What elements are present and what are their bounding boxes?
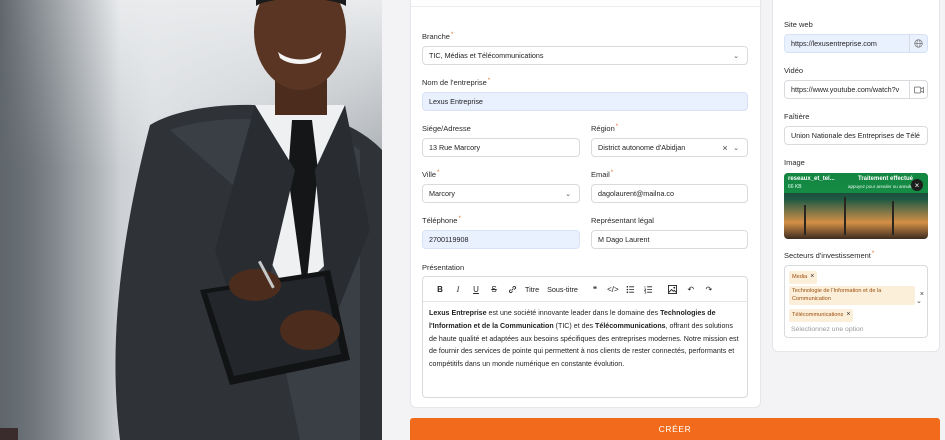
redo-icon[interactable]: ↷: [700, 282, 718, 296]
editor-toolbar: B I U S Titre Sous-titre ❝ </> ↶ ↷: [423, 277, 747, 302]
image-file-size: 66 KB: [788, 184, 802, 190]
subtitle-button[interactable]: Sous-titre: [543, 282, 582, 296]
nom-label: Nom de l'entreprise*: [422, 78, 491, 87]
secteurs-placeholder: Sélectionnez une option: [791, 326, 864, 333]
strikethrough-icon[interactable]: S: [485, 282, 503, 296]
chevron-down-icon: ⌄: [733, 144, 739, 152]
bullet-list-icon[interactable]: [622, 282, 640, 296]
presentation-editor[interactable]: B I U S Titre Sous-titre ❝ </> ↶ ↷ Lexus…: [422, 276, 748, 398]
telephone-value: 2700119908: [429, 235, 469, 244]
remove-image-icon[interactable]: ×: [911, 179, 923, 191]
ville-value: Marcory: [429, 189, 455, 198]
sector-tag-label: Télécommunications: [792, 312, 844, 318]
faitiere-select[interactable]: Union Nationale des Entreprises de Télé: [784, 126, 928, 145]
video-input[interactable]: https://www.youtube.com/watch?v: [784, 80, 928, 99]
remove-tag-icon[interactable]: ×: [810, 273, 814, 280]
faitiere-label: Faîtière: [784, 112, 810, 121]
numbered-list-icon[interactable]: [640, 282, 658, 296]
image-hint: appuyez pour annuler ou annuler: [848, 184, 915, 189]
sector-tag: Media ×: [789, 271, 818, 284]
sector-tag-label: Media: [792, 274, 808, 280]
presentation-label: Présentation: [422, 263, 465, 272]
code-icon[interactable]: </>: [604, 282, 622, 296]
bold-icon[interactable]: B: [431, 282, 449, 296]
siege-input[interactable]: 13 Rue Marcory: [422, 138, 580, 157]
corner-mark: [0, 428, 18, 440]
representant-label: Représentant légal: [591, 216, 654, 225]
siege-label: Siége/Adresse: [422, 124, 471, 133]
hero-photo: [0, 0, 382, 440]
site-web-value: https://lexusentreprise.com: [791, 39, 877, 48]
sector-tag: Technologie de l'Information et de la Co…: [789, 286, 924, 305]
globe-icon: [909, 35, 927, 52]
faitiere-value: Union Nationale des Entreprises de Télé: [791, 131, 920, 140]
branche-select[interactable]: TIC, Médias et Télécommunications ⌄: [422, 46, 748, 65]
site-web-input[interactable]: https://lexusentreprise.com: [784, 34, 928, 53]
representant-value: M Dago Laurent: [598, 235, 650, 244]
site-web-label: Site web: [784, 20, 813, 29]
presentation-text-1: est une société innovante leader dans le…: [486, 309, 661, 317]
telephone-input[interactable]: 2700119908: [422, 230, 580, 249]
clear-icon[interactable]: ×: [719, 143, 731, 153]
title-button[interactable]: Titre: [521, 282, 543, 296]
link-icon[interactable]: [503, 282, 521, 296]
sector-tag: Télécommunications ×: [789, 309, 854, 322]
region-value: District autonome d'Abidjan: [598, 143, 686, 152]
secteurs-label: Secteurs d'investissement*: [784, 251, 875, 260]
telephone-label: Téléphone*: [422, 216, 461, 225]
email-input[interactable]: dagolaurent@mailna.co: [591, 184, 748, 203]
presentation-bold-3: Télécommunications: [595, 321, 666, 330]
italic-icon[interactable]: I: [449, 282, 467, 296]
undo-icon[interactable]: ↶: [682, 282, 700, 296]
quote-icon[interactable]: ❝: [586, 282, 604, 296]
sector-tag-label: Technologie de l'Information et de la Co…: [792, 288, 882, 302]
chevron-down-icon: ⌄: [565, 190, 571, 198]
region-select[interactable]: District autonome d'Abidjan × ⌄: [591, 138, 748, 157]
ville-select[interactable]: Marcory ⌄: [422, 184, 580, 203]
ville-label: Ville*: [422, 170, 440, 179]
image-label: Image: [784, 158, 805, 167]
presentation-text-2: (TIC) et des: [553, 321, 596, 330]
region-label: Région*: [591, 124, 619, 133]
siege-value: 13 Rue Marcory: [429, 143, 481, 152]
image-preview[interactable]: reseaux_et_tel... 66 KB Traitement effec…: [784, 173, 928, 239]
video-label: Vidéo: [784, 66, 804, 75]
presentation-text[interactable]: Lexus Entreprise est une société innovan…: [423, 302, 747, 376]
chevron-down-icon: ⌄: [733, 52, 739, 60]
businessman-illustration: [115, 0, 382, 440]
email-label: Email*: [591, 170, 614, 179]
email-value: dagolaurent@mailna.co: [598, 189, 675, 198]
representant-input[interactable]: M Dago Laurent: [591, 230, 748, 249]
chevron-down-icon: ⌄: [916, 298, 922, 305]
video-icon: [909, 81, 927, 98]
remove-tag-icon[interactable]: ×: [846, 311, 850, 318]
presentation-bold-1: Lexus Entreprise: [429, 309, 487, 317]
video-value: https://www.youtube.com/watch?v: [791, 85, 900, 94]
create-button[interactable]: CRÉER: [410, 418, 940, 440]
nom-input[interactable]: Lexus Entreprise: [422, 92, 748, 111]
image-file-name: reseaux_et_tel...: [788, 176, 835, 182]
underline-icon[interactable]: U: [467, 282, 485, 296]
image-status: Traitement effectué: [858, 176, 914, 182]
branche-label: Branche*: [422, 32, 454, 41]
nom-value: Lexus Entreprise: [429, 97, 483, 106]
secteurs-multiselect[interactable]: Media × Technologie de l'Information et d…: [784, 265, 928, 338]
image-icon[interactable]: [664, 282, 682, 296]
branche-value: TIC, Médias et Télécommunications: [429, 51, 544, 60]
